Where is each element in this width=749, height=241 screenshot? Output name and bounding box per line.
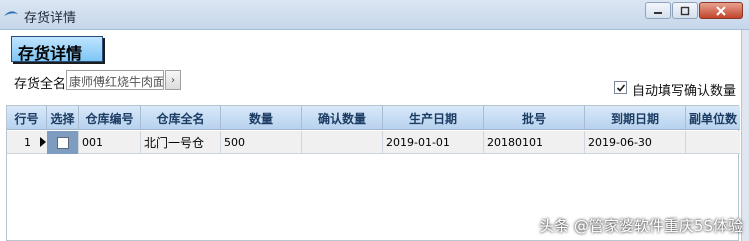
restore-icon: [673, 3, 697, 18]
minimize-icon: [646, 3, 670, 18]
batch-no-cell[interactable]: 20180101: [484, 131, 585, 154]
inventory-name-field[interactable]: 康师傅红烧牛肉面: [66, 70, 164, 90]
window-edge: [741, 30, 749, 241]
production-date-cell[interactable]: 2019-01-01: [383, 131, 484, 154]
auto-fill-label: 自动填写确认数量: [632, 84, 737, 99]
auto-fill-checkbox[interactable]: [614, 81, 627, 94]
table-row[interactable]: 1 001 北门一号仓 500 2019-01-01 20180101 2019…: [7, 131, 740, 154]
sub-unit-cell[interactable]: [686, 131, 740, 154]
app-icon: [4, 11, 18, 16]
window-controls: [644, 2, 743, 20]
minimize-button[interactable]: [645, 2, 671, 19]
expiry-date-cell[interactable]: 2019-06-30: [585, 131, 686, 154]
chevron-right-icon: ›: [171, 74, 175, 86]
title-bar[interactable]: 存货详情: [0, 0, 749, 30]
col-header-production-date[interactable]: 生产日期: [383, 106, 484, 130]
window-title: 存货详情: [24, 11, 77, 26]
checkmark-icon: [616, 83, 625, 92]
row-select-checkbox[interactable]: [56, 136, 69, 149]
name-label: 存货全名: [14, 77, 67, 92]
col-header-warehouse-code[interactable]: 仓库编号: [79, 106, 141, 130]
select-cell[interactable]: [47, 131, 79, 154]
col-header-batch-no[interactable]: 批号: [484, 106, 585, 130]
col-header-confirm-qty[interactable]: 确认数量: [302, 106, 383, 130]
col-header-row-no[interactable]: 行号: [7, 106, 47, 130]
inventory-detail-window: 存货详情 存货详情 存货全名 康师傅红烧牛肉面 › 自动填写确认数量 行号 选择…: [0, 0, 749, 241]
grid-header: 行号 选择 仓库编号 仓库全名 数量 确认数量 生产日期 批号 到期日期 副单位…: [7, 106, 740, 130]
name-lookup-button[interactable]: ›: [165, 70, 181, 90]
warehouse-name-cell[interactable]: 北门一号仓: [141, 131, 221, 154]
col-header-expiry-date[interactable]: 到期日期: [585, 106, 686, 130]
confirm-qty-cell[interactable]: [302, 131, 383, 154]
col-header-quantity[interactable]: 数量: [221, 106, 302, 130]
quantity-cell[interactable]: 500: [221, 131, 302, 154]
col-header-sub-unit[interactable]: 副单位数: [686, 106, 740, 130]
warehouse-code-cell[interactable]: 001: [79, 131, 141, 154]
watermark: 头条 @管家婆软件重庆5S体验: [539, 217, 743, 235]
restore-button[interactable]: [672, 2, 698, 19]
panel-title: 存货详情: [11, 36, 103, 63]
current-row-indicator-icon: [40, 137, 46, 147]
close-icon: [700, 3, 742, 18]
row-number: 1: [24, 136, 31, 149]
col-header-select[interactable]: 选择: [47, 106, 79, 130]
col-header-warehouse-name[interactable]: 仓库全名: [141, 106, 221, 130]
close-button[interactable]: [699, 2, 743, 19]
